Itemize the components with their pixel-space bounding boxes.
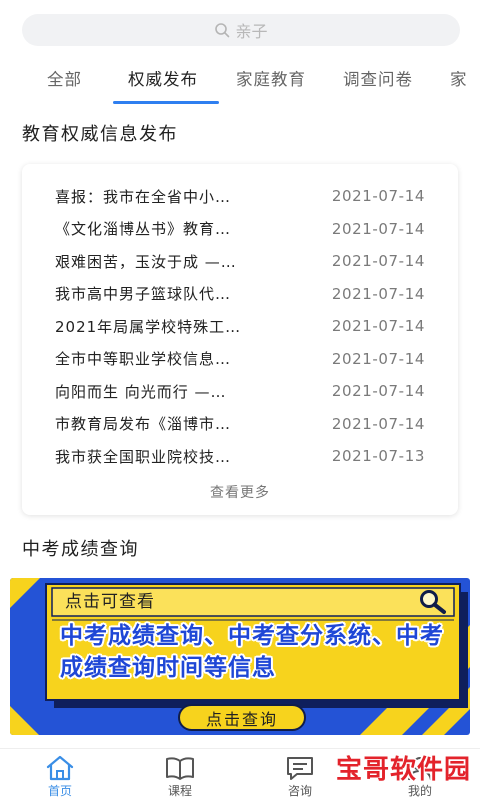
news-date: 2021-07-14: [331, 187, 425, 206]
news-list-item[interactable]: 《文化淄博丛书》教育… 2021-07-14: [22, 213, 458, 246]
nav-item-home[interactable]: 首页: [0, 749, 120, 800]
active-tab-indicator: [113, 101, 219, 104]
news-title: 我市获全国职业院校技…: [55, 447, 232, 466]
exam-score-banner[interactable]: 点击可查看 中考成绩查询、中考查分系统、中考 成绩查询时间等信息 点击查询: [10, 578, 470, 735]
watermark: 宝哥软件园: [336, 755, 472, 785]
news-list-item[interactable]: 向阳而生 向光而行 —… 2021-07-14: [22, 375, 458, 408]
category-tabs: 全部 权威发布 家庭教育 调查问卷 家: [0, 60, 480, 110]
banner-headline-line2: 成绩查询时间等信息: [60, 655, 276, 681]
tab-overflow[interactable]: 家: [450, 69, 468, 91]
banner-hint-text: 点击可查看: [65, 592, 155, 612]
news-list-item[interactable]: 艰难困苦，玉汝于成 —… 2021-07-14: [22, 245, 458, 278]
view-more-link[interactable]: 查看更多: [22, 483, 458, 503]
nav-item-courses[interactable]: 课程: [120, 749, 240, 800]
chat-icon: [285, 754, 315, 782]
tab-family-education[interactable]: 家庭教育: [236, 69, 306, 91]
banner-headline-line1: 中考成绩查询、中考查分系统、中考: [60, 623, 444, 649]
news-title: 全市中等职业学校信息…: [55, 350, 232, 369]
news-date: 2021-07-14: [331, 284, 425, 303]
news-list-item[interactable]: 喜报：我市在全省中小… 2021-07-14: [22, 180, 458, 213]
news-section-title: 教育权威信息发布: [22, 124, 178, 145]
news-title: 喜报：我市在全省中小…: [55, 187, 232, 206]
nav-label: 首页: [47, 784, 72, 798]
search-icon: [214, 22, 230, 38]
news-date: 2021-07-14: [331, 219, 425, 238]
news-list: 喜报：我市在全省中小… 2021-07-14 《文化淄博丛书》教育… 2021-…: [22, 180, 458, 473]
news-list-item[interactable]: 全市中等职业学校信息… 2021-07-14: [22, 343, 458, 376]
book-icon: [165, 754, 195, 782]
tab-survey[interactable]: 调查问卷: [343, 69, 413, 91]
news-list-item[interactable]: 市教育局发布《淄博市… 2021-07-14: [22, 408, 458, 441]
news-title: 《文化淄博丛书》教育…: [55, 220, 232, 239]
news-date: 2021-07-13: [331, 447, 425, 466]
news-title: 我市高中男子篮球队代…: [55, 285, 232, 304]
tab-all[interactable]: 全部: [47, 69, 82, 91]
search-bar[interactable]: 亲子: [22, 14, 460, 46]
nav-label: 咨询: [287, 784, 312, 798]
news-list-item[interactable]: 我市高中男子篮球队代… 2021-07-14: [22, 278, 458, 311]
news-date: 2021-07-14: [331, 414, 425, 433]
exam-section-title: 中考成绩查询: [22, 539, 139, 560]
news-date: 2021-07-14: [331, 317, 425, 336]
news-title: 艰难困苦，玉汝于成 —…: [55, 252, 237, 271]
news-date: 2021-07-14: [331, 349, 425, 368]
magnifier-icon: [418, 589, 448, 615]
query-button[interactable]: 点击查询: [178, 704, 306, 731]
search-placeholder: 亲子: [235, 22, 268, 41]
news-title: 2021年局属学校特殊工…: [55, 317, 242, 336]
news-card: 喜报：我市在全省中小… 2021-07-14 《文化淄博丛书》教育… 2021-…: [22, 164, 458, 515]
news-date: 2021-07-14: [331, 382, 425, 401]
news-list-item[interactable]: 我市获全国职业院校技… 2021-07-13: [22, 440, 458, 473]
nav-label: 课程: [167, 784, 192, 798]
tab-authoritative-release[interactable]: 权威发布: [128, 69, 198, 91]
news-date: 2021-07-14: [331, 252, 425, 271]
news-title: 向阳而生 向光而行 —…: [55, 382, 227, 401]
news-list-item[interactable]: 2021年局属学校特殊工… 2021-07-14: [22, 310, 458, 343]
news-title: 市教育局发布《淄博市…: [55, 415, 232, 434]
home-icon: [45, 754, 75, 782]
